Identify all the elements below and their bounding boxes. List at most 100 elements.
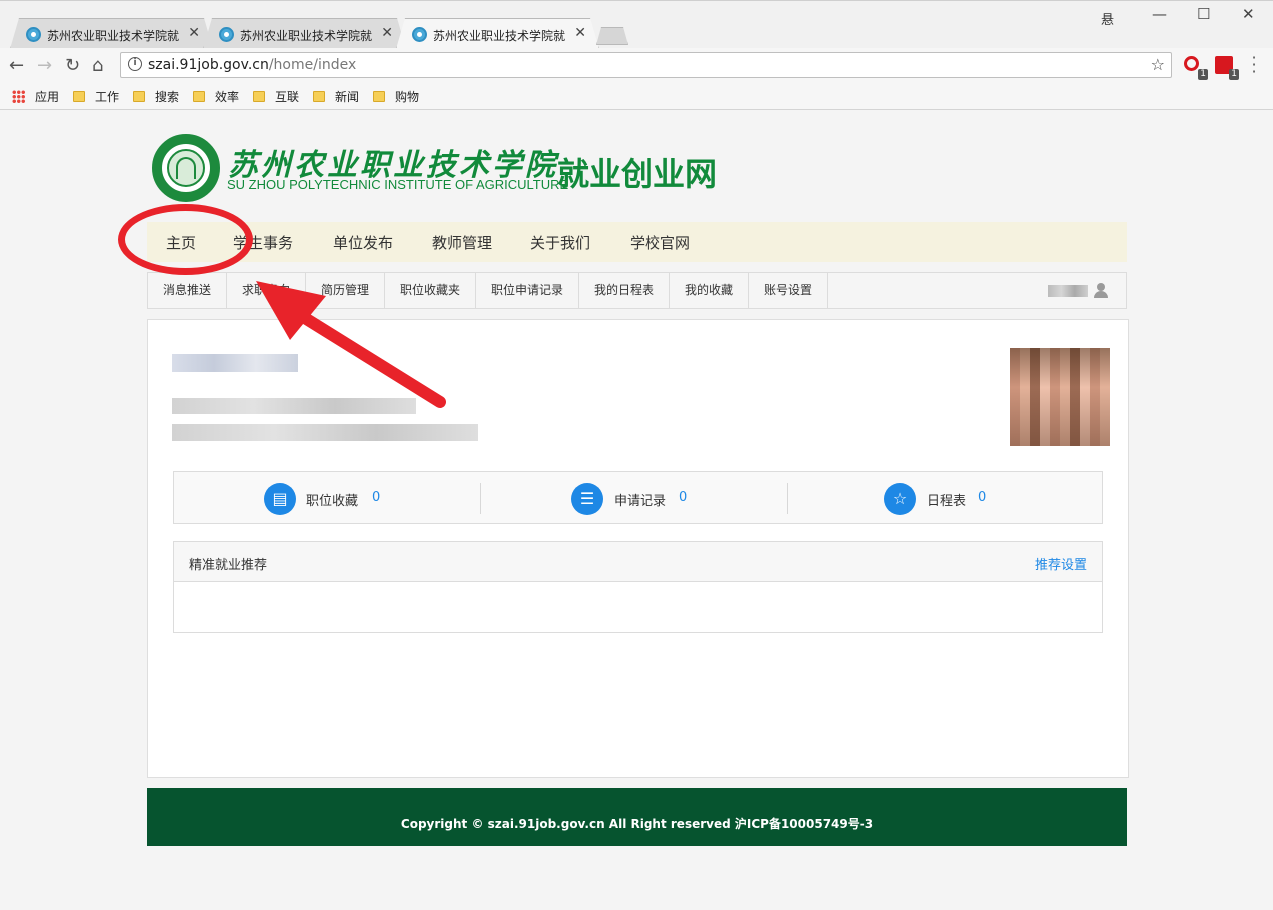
url-path: /home/index: [268, 57, 357, 73]
forward-icon[interactable]: →: [37, 55, 52, 76]
stats-bar: ▤ 职位收藏 0 ☰ 申请记录 0 ☆ 日程表 0: [173, 471, 1103, 524]
subnav-schedule[interactable]: 我的日程表: [579, 273, 670, 308]
username-redacted[interactable]: [1048, 285, 1088, 297]
site-favicon-icon: [26, 27, 41, 42]
nav-about-us[interactable]: 关于我们: [530, 232, 590, 253]
extension-badge: 1: [1229, 69, 1239, 80]
site-favicon-icon: [412, 27, 427, 42]
back-icon[interactable]: ←: [9, 55, 24, 76]
bookmark-folder[interactable]: 新闻: [313, 88, 359, 105]
url-host: szai.91job.gov.cn: [148, 57, 269, 73]
site-favicon-icon: [219, 27, 234, 42]
browser-tab[interactable]: 苏州农业职业技术学院就 ✕: [10, 18, 213, 49]
tab-close-icon[interactable]: ✕: [574, 25, 586, 41]
folder-icon: [193, 91, 205, 102]
browser-menu-icon[interactable]: · · ·: [1250, 50, 1258, 80]
recommendation-title: 精准就业推荐: [189, 558, 268, 573]
bookmark-folder[interactable]: 互联: [253, 88, 299, 105]
browser-tab[interactable]: 苏州农业职业技术学院就 ✕: [203, 18, 406, 49]
recommendation-header: 精准就业推荐 推荐设置: [174, 542, 1102, 582]
bookmark-label: 搜索: [155, 90, 180, 104]
bookmark-folder[interactable]: 搜索: [133, 88, 179, 105]
stat-label: 申请记录: [614, 494, 667, 509]
site-info-icon[interactable]: i: [128, 57, 142, 71]
tab-title: 苏州农业职业技术学院就: [240, 29, 372, 43]
main-nav: 主页 学生事务 单位发布 教师管理 关于我们 学校官网: [147, 222, 1127, 262]
browser-toolbar: ← → ↻ ⌂ i szai.91job.gov.cn/home/index ☆…: [0, 48, 1273, 84]
recommendation-panel: 精准就业推荐 推荐设置: [173, 541, 1103, 633]
nav-school-site[interactable]: 学校官网: [630, 232, 690, 253]
stat-label: 日程表: [927, 494, 967, 509]
bookmarks-bar: 应用 工作 搜索 效率 互联 新闻 购物: [0, 84, 1273, 110]
bookmark-label: 购物: [395, 90, 420, 104]
annotation-circle: [118, 204, 253, 275]
stat-count[interactable]: 0: [978, 490, 986, 505]
list-document-icon: ☰: [571, 483, 603, 515]
tab-close-icon[interactable]: ✕: [381, 25, 393, 41]
new-tab-button[interactable]: [596, 27, 628, 45]
minimize-icon[interactable]: —: [1152, 5, 1167, 23]
recommendation-settings-link[interactable]: 推荐设置: [1035, 554, 1087, 573]
home-icon[interactable]: ⌂: [92, 55, 103, 76]
profile-card: ▤ 职位收藏 0 ☰ 申请记录 0 ☆ 日程表 0 精准就业推荐 推荐设置: [147, 319, 1129, 778]
folder-icon: [73, 91, 85, 102]
maximize-icon[interactable]: ☐: [1197, 5, 1210, 23]
subnav-my-favorites[interactable]: 我的收藏: [670, 273, 749, 308]
sub-nav: 消息推送 求职意向 简历管理 职位收藏夹 职位申请记录 我的日程表 我的收藏 账…: [147, 272, 1127, 309]
subnav-job-intention[interactable]: 求职意向: [227, 273, 306, 308]
subnav-messages[interactable]: 消息推送: [148, 273, 227, 308]
bookmark-folder[interactable]: 效率: [193, 88, 239, 105]
subnav-resume[interactable]: 简历管理: [306, 273, 385, 308]
stat-count[interactable]: 0: [679, 490, 687, 505]
star-icon: ☆: [884, 483, 916, 515]
nav-employer-post[interactable]: 单位发布: [333, 232, 393, 253]
address-url: szai.91job.gov.cn/home/index: [148, 57, 356, 73]
student-name-redacted: [172, 354, 298, 372]
tab-title: 苏州农业职业技术学院就: [47, 29, 179, 43]
folder-icon: [313, 91, 325, 102]
subnav-job-favorites[interactable]: 职位收藏夹: [385, 273, 476, 308]
bookmark-folder[interactable]: 工作: [73, 88, 119, 105]
stat-schedule[interactable]: ☆ 日程表 0: [788, 472, 1098, 523]
bookmark-star-icon[interactable]: ☆: [1151, 55, 1165, 74]
folder-icon: [253, 91, 265, 102]
footer: Copyright © szai.91job.gov.cn All Right …: [147, 788, 1127, 846]
tab-close-icon[interactable]: ✕: [188, 25, 200, 41]
folder-icon: [133, 91, 145, 102]
browser-tab-active[interactable]: 苏州农业职业技术学院就 ✕: [396, 18, 599, 49]
tab-title: 苏州农业职业技术学院就: [433, 29, 565, 43]
window-user-label[interactable]: 悬: [1101, 9, 1114, 28]
document-star-icon: ▤: [264, 483, 296, 515]
bookmark-folder[interactable]: 购物: [373, 88, 419, 105]
logo-site-name[interactable]: 就业创业网: [557, 149, 717, 195]
bookmark-label: 工作: [95, 90, 120, 104]
stat-job-favorites[interactable]: ▤ 职位收藏 0: [174, 472, 484, 523]
bookmark-label: 应用: [35, 90, 60, 104]
student-info-redacted: [172, 424, 478, 441]
address-bar[interactable]: i szai.91job.gov.cn/home/index ☆: [120, 52, 1172, 78]
apps-grid-icon: [12, 90, 25, 103]
folder-icon: [373, 91, 385, 102]
extension-badge: 1: [1198, 69, 1208, 80]
browser-tab-strip: 苏州农业职业技术学院就 ✕ 苏州农业职业技术学院就 ✕ 苏州农业职业技术学院就 …: [0, 0, 1273, 48]
college-emblem-icon[interactable]: [152, 134, 220, 202]
avatar[interactable]: [1010, 348, 1110, 446]
logo-english-name: SU ZHOU POLYTECHNIC INSTITUTE OF AGRICUL…: [227, 177, 569, 192]
copyright-text: Copyright © szai.91job.gov.cn All Right …: [400, 817, 874, 831]
bookmark-apps[interactable]: 应用: [12, 88, 59, 105]
bookmark-label: 互联: [275, 90, 300, 104]
bookmark-label: 新闻: [335, 90, 360, 104]
nav-teacher-admin[interactable]: 教师管理: [432, 232, 492, 253]
stat-count[interactable]: 0: [372, 490, 380, 505]
subnav-account-settings[interactable]: 账号设置: [749, 273, 828, 308]
reload-icon[interactable]: ↻: [65, 55, 80, 76]
opera-extension-icon[interactable]: 1: [1184, 56, 1208, 80]
stat-application-records[interactable]: ☰ 申请记录 0: [481, 472, 791, 523]
subnav-application-records[interactable]: 职位申请记录: [476, 273, 579, 308]
stat-label: 职位收藏: [306, 494, 359, 509]
menu-extension-icon[interactable]: 1: [1215, 56, 1239, 80]
bookmark-label: 效率: [215, 90, 240, 104]
window-close-icon[interactable]: ✕: [1242, 5, 1255, 23]
user-icon[interactable]: [1094, 283, 1108, 298]
student-info-redacted: [172, 398, 416, 414]
